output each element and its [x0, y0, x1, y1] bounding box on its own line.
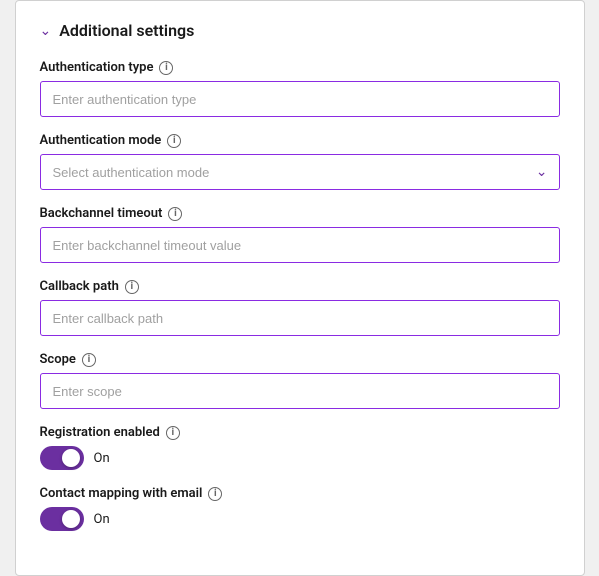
- backchannel-timeout-label: Backchannel timeout i: [40, 206, 560, 221]
- contact-mapping-toggle-label: On: [94, 512, 110, 527]
- auth-type-field: Authentication type i: [40, 60, 560, 117]
- callback-path-label: Callback path i: [40, 279, 560, 294]
- registration-enabled-toggle-label: On: [94, 451, 110, 466]
- section-header: ⌄ Additional settings: [40, 21, 560, 40]
- contact-mapping-toggle[interactable]: [40, 507, 84, 531]
- additional-settings-card: ⌄ Additional settings Authentication typ…: [15, 0, 585, 576]
- contact-mapping-field: Contact mapping with email i On: [40, 486, 560, 531]
- scope-input[interactable]: [40, 373, 560, 409]
- contact-mapping-info-icon[interactable]: i: [208, 487, 222, 501]
- toggle-track: [40, 507, 84, 531]
- contact-mapping-toggle-row: On: [40, 507, 560, 531]
- registration-enabled-toggle-row: On: [40, 446, 560, 470]
- auth-mode-select[interactable]: Select authentication mode: [40, 154, 560, 190]
- toggle-thumb: [62, 510, 80, 528]
- registration-enabled-label: Registration enabled i: [40, 425, 560, 440]
- auth-type-label: Authentication type i: [40, 60, 560, 75]
- backchannel-timeout-input[interactable]: [40, 227, 560, 263]
- toggle-track: [40, 446, 84, 470]
- scope-info-icon[interactable]: i: [82, 353, 96, 367]
- callback-path-field: Callback path i: [40, 279, 560, 336]
- scope-label: Scope i: [40, 352, 560, 367]
- callback-path-input[interactable]: [40, 300, 560, 336]
- auth-type-info-icon[interactable]: i: [159, 61, 173, 75]
- auth-mode-info-icon[interactable]: i: [167, 134, 181, 148]
- auth-mode-label: Authentication mode i: [40, 133, 560, 148]
- backchannel-timeout-field: Backchannel timeout i: [40, 206, 560, 263]
- contact-mapping-label: Contact mapping with email i: [40, 486, 560, 501]
- auth-mode-field: Authentication mode i Select authenticat…: [40, 133, 560, 190]
- registration-enabled-info-icon[interactable]: i: [166, 426, 180, 440]
- registration-enabled-field: Registration enabled i On: [40, 425, 560, 470]
- registration-enabled-toggle[interactable]: [40, 446, 84, 470]
- callback-path-info-icon[interactable]: i: [125, 280, 139, 294]
- auth-type-input[interactable]: [40, 81, 560, 117]
- scope-field: Scope i: [40, 352, 560, 409]
- section-title: Additional settings: [59, 21, 194, 40]
- auth-mode-select-wrapper: Select authentication mode ⌄: [40, 154, 560, 190]
- collapse-chevron-icon[interactable]: ⌄: [40, 23, 52, 39]
- backchannel-timeout-info-icon[interactable]: i: [168, 207, 182, 221]
- toggle-thumb: [62, 449, 80, 467]
